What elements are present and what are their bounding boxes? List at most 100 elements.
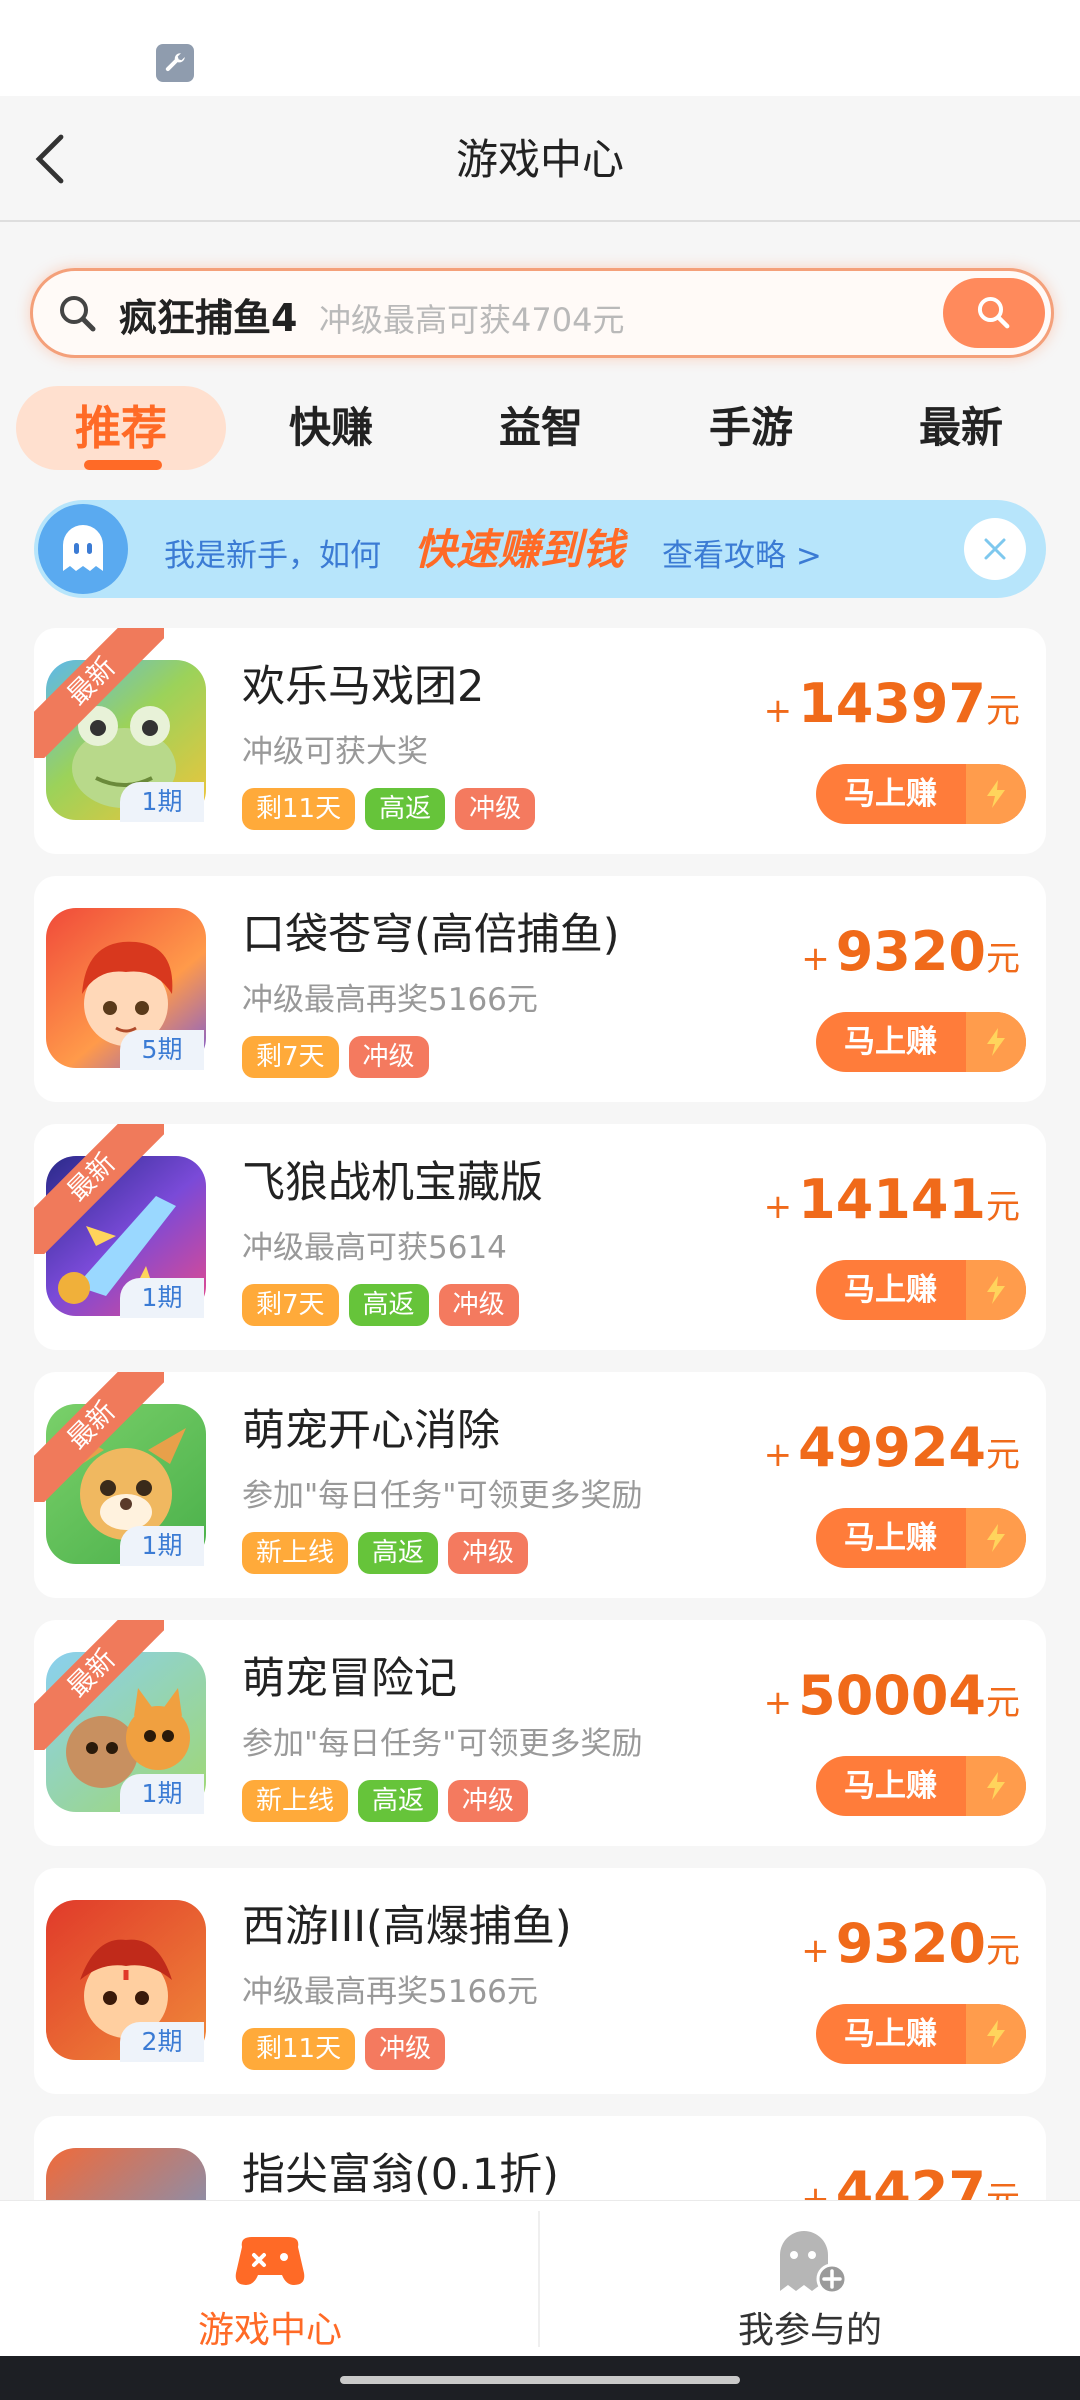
reward-amount: +50004 元 <box>763 1664 1020 1727</box>
game-name: 萌宠冒险记 <box>242 1654 457 1704</box>
search-keyword: 疯狂捕鱼4 <box>119 296 298 340</box>
reward-value: 50004 <box>798 1664 986 1727</box>
game-name: 指尖富翁(0.1折) <box>242 2150 559 2200</box>
reward-value: 9320 <box>835 1912 986 1975</box>
game-card[interactable]: 最新 1期 萌宠冒险记 参加"每日任务"可领更多奖励 新上线 高返 冲级 +50… <box>34 1620 1046 1846</box>
tag-level-up: 冲级 <box>348 1036 429 1078</box>
tag-days-left: 剩11天 <box>242 788 356 830</box>
period-badge: 1期 <box>120 1278 204 1318</box>
search-hint: 冲级最高可获4704元 <box>319 301 625 339</box>
period-badge: 1期 <box>120 1526 204 1566</box>
tag-level-up: 冲级 <box>438 1284 519 1326</box>
game-card[interactable]: 2期 西游III(高爆捕鱼) 冲级最高再奖5166元 剩11天 冲级 +9320… <box>34 1868 1046 2094</box>
game-card[interactable]: 最新 1期 欢乐马戏团2 冲级可获大奖 剩11天 高返 冲级 +14397 元 马… <box>34 628 1046 854</box>
app-bar: 游戏中心 <box>0 96 1080 222</box>
tag-new-launch: 新上线 <box>242 1780 349 1822</box>
tag-days-left: 剩7天 <box>242 1284 339 1326</box>
tag-days-left: 剩11天 <box>242 2028 356 2070</box>
tab-puzzle[interactable]: 益智 <box>436 386 646 470</box>
nav-label: 游戏中心 <box>197 2310 342 2351</box>
bottom-nav: 游戏中心 我参与的 <box>0 2200 1080 2356</box>
new-ribbon: 最新 <box>34 1124 164 1254</box>
game-name: 西游III(高爆捕鱼) <box>242 1902 572 1952</box>
period-badge: 5期 <box>120 1030 204 1070</box>
reward-value: 14397 <box>798 672 986 735</box>
game-description: 冲级可获大奖 <box>242 734 428 770</box>
game-name: 飞狼战机宝藏版 <box>242 1158 543 1208</box>
ghost-mascot-icon <box>38 504 128 594</box>
tag-level-up: 冲级 <box>365 2028 446 2070</box>
active-tab-indicator <box>84 460 162 470</box>
lightning-icon <box>966 1756 1026 1816</box>
tab-recommend[interactable]: 推荐 <box>16 386 226 470</box>
reward-value: 9320 <box>835 920 986 983</box>
home-indicator[interactable] <box>340 2376 740 2384</box>
new-ribbon: 最新 <box>34 628 164 758</box>
earn-now-button[interactable]: 马上赚 <box>816 764 1026 824</box>
game-description: 参加"每日任务"可领更多奖励 <box>242 1726 643 1762</box>
tab-mobile-games[interactable]: 手游 <box>646 386 856 470</box>
tab-newest[interactable]: 最新 <box>856 386 1066 470</box>
reward-value: 49924 <box>798 1416 986 1479</box>
banner-highlight: 快速赚到钱 <box>414 525 625 574</box>
earn-now-button[interactable]: 马上赚 <box>816 2004 1026 2064</box>
category-tabs: 推荐 快赚 益智 手游 最新 <box>0 380 1080 480</box>
game-name: 口袋苍穹(高倍捕鱼) <box>242 910 620 960</box>
tag-high-return: 高返 <box>358 1532 439 1574</box>
ghost-plus-icon <box>764 2221 856 2301</box>
reward-amount: +9320 元 <box>801 920 1020 983</box>
reward-value: 14141 <box>798 1168 986 1231</box>
lightning-icon <box>966 1260 1026 1320</box>
earn-now-button[interactable]: 马上赚 <box>816 1756 1026 1816</box>
search-button[interactable] <box>943 278 1045 348</box>
status-bar <box>0 0 1080 96</box>
gamepad-icon <box>224 2221 316 2301</box>
period-badge: 1期 <box>120 782 204 822</box>
new-ribbon: 最新 <box>34 1372 164 1502</box>
new-ribbon: 最新 <box>34 1620 164 1750</box>
banner-close-button[interactable] <box>964 518 1026 580</box>
reward-amount: +14397 元 <box>763 672 1020 735</box>
earn-now-button[interactable]: 马上赚 <box>816 1260 1026 1320</box>
nav-label: 我参与的 <box>737 2310 882 2351</box>
game-name: 欢乐马戏团2 <box>242 662 485 712</box>
lightning-icon <box>966 764 1026 824</box>
game-name: 萌宠开心消除 <box>242 1406 500 1456</box>
tag-level-up: 冲级 <box>448 1532 529 1574</box>
wrench-icon <box>156 44 194 82</box>
reward-amount: +9320 元 <box>801 1912 1020 1975</box>
banner-text: 我是新手，如何 <box>164 538 381 574</box>
tag-high-return: 高返 <box>348 1284 429 1326</box>
newbie-guide-banner[interactable]: 我是新手，如何 快速赚到钱 查看攻略 > <box>34 500 1046 598</box>
system-nav-bar <box>0 2356 1080 2400</box>
nav-game-center[interactable]: 游戏中心 <box>0 2201 540 2357</box>
search-icon <box>60 296 96 332</box>
game-description: 冲级最高再奖5166元 <box>242 1974 538 2010</box>
tag-level-up: 冲级 <box>455 788 536 830</box>
period-badge: 2期 <box>120 2022 204 2062</box>
earn-now-button[interactable]: 马上赚 <box>816 1508 1026 1568</box>
tag-days-left: 剩7天 <box>242 1036 339 1078</box>
close-icon <box>984 538 1006 560</box>
search-icon <box>977 296 1010 329</box>
tab-quick-earn[interactable]: 快赚 <box>226 386 436 470</box>
game-description: 参加"每日任务"可领更多奖励 <box>242 1478 643 1514</box>
game-card[interactable]: 最新 1期 萌宠开心消除 参加"每日任务"可领更多奖励 新上线 高返 冲级 +4… <box>34 1372 1046 1598</box>
game-card[interactable]: 5期 口袋苍穹(高倍捕鱼) 冲级最高再奖5166元 剩7天 冲级 +9320 元 … <box>34 876 1046 1102</box>
game-card[interactable]: 最新 1期 飞狼战机宝藏版 冲级最高可获5614 剩7天 高返 冲级 +1414… <box>34 1124 1046 1350</box>
reward-amount: +14141 元 <box>763 1168 1020 1231</box>
tag-high-return: 高返 <box>358 1780 439 1822</box>
nav-my-participation[interactable]: 我参与的 <box>540 2201 1080 2357</box>
earn-now-button[interactable]: 马上赚 <box>816 1012 1026 1072</box>
lightning-icon <box>966 2004 1026 2064</box>
page-title: 游戏中心 <box>455 135 624 184</box>
lightning-icon <box>966 1012 1026 1072</box>
tag-new-launch: 新上线 <box>242 1532 349 1574</box>
game-description: 冲级最高再奖5166元 <box>242 982 538 1018</box>
search-bar[interactable]: 疯狂捕鱼4 冲级最高可获4704元 <box>30 268 1054 358</box>
reward-amount: +49924 元 <box>763 1416 1020 1479</box>
tag-level-up: 冲级 <box>448 1780 529 1822</box>
lightning-icon <box>966 1508 1026 1568</box>
tag-high-return: 高返 <box>365 788 446 830</box>
banner-guide-link[interactable]: 查看攻略 > <box>662 530 822 575</box>
